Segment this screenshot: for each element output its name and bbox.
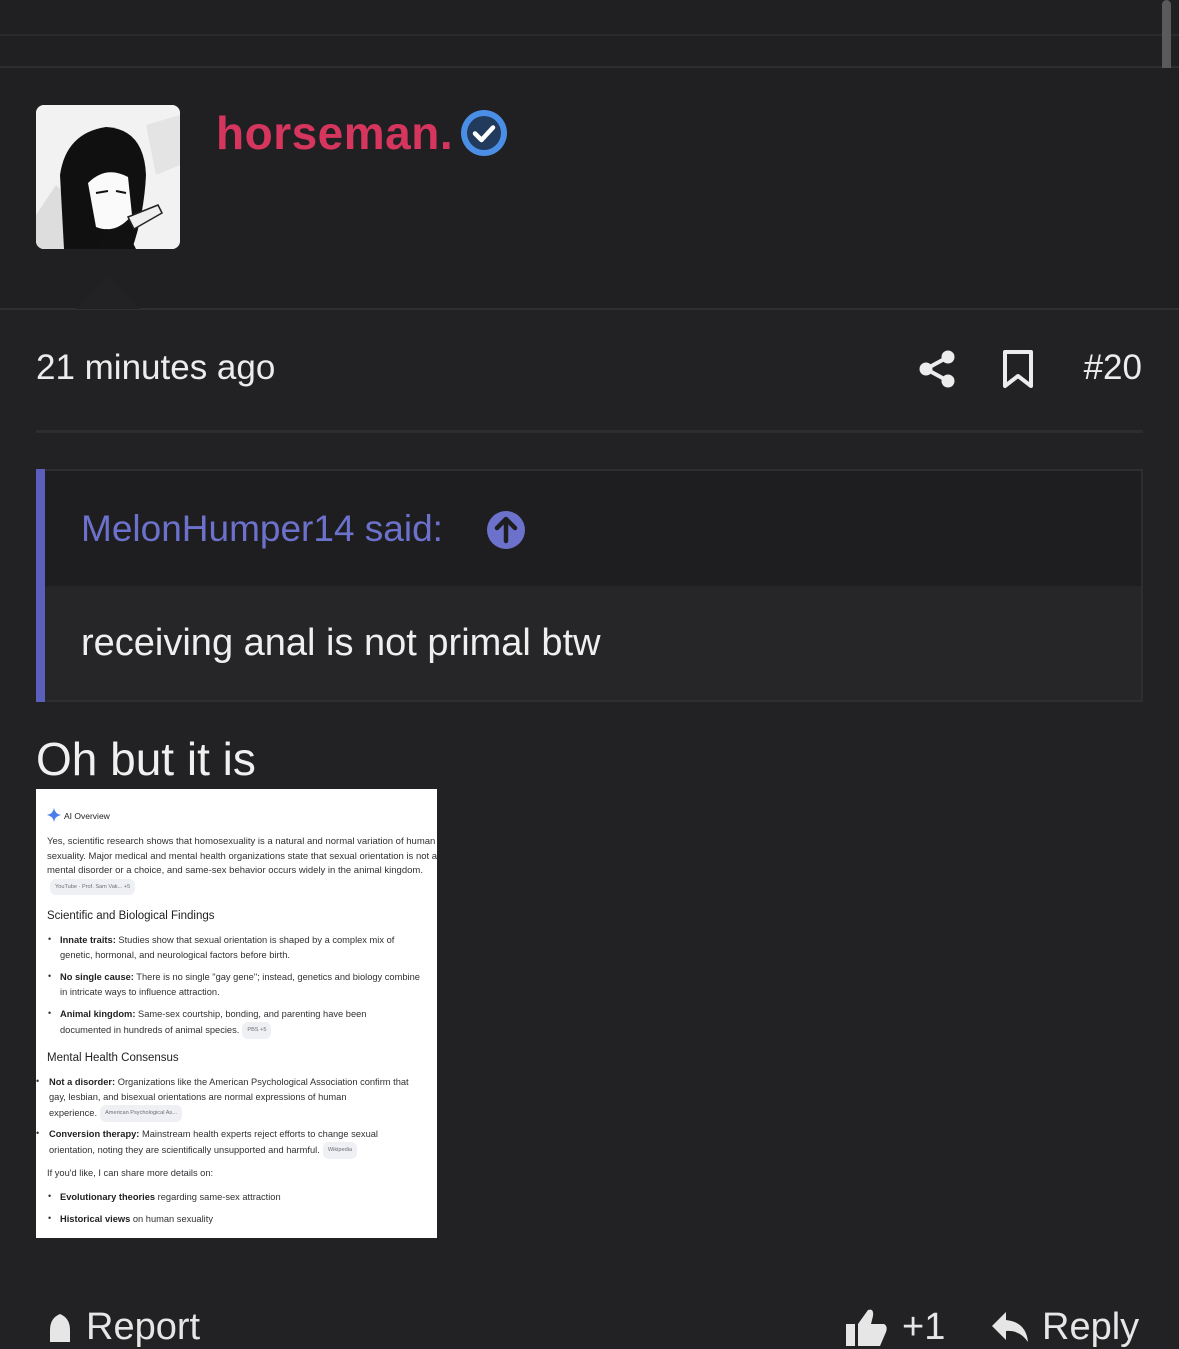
ai-intro-paragraph: Yes, scientific research shows that homo… <box>47 835 437 896</box>
list-item: Not a disorder: Organizations like the A… <box>49 1077 409 1087</box>
bullet: • <box>36 1128 40 1138</box>
source-chip[interactable]: YouTube · Prof. Sam Vak... +5 <box>50 878 136 896</box>
reply-button[interactable]: Reply <box>1042 1306 1139 1349</box>
bullet: • <box>36 1076 40 1086</box>
report-button[interactable]: Report <box>86 1306 200 1349</box>
bullet: • <box>48 1191 52 1201</box>
sparkle-icon <box>47 808 61 822</box>
post-body-text: Oh but it is <box>36 733 256 785</box>
list-item: No single cause: There is no single "gay… <box>60 972 420 982</box>
username[interactable]: horseman. <box>216 106 453 160</box>
reply-arrow-icon[interactable] <box>990 1310 1030 1344</box>
quote-author[interactable]: MelonHumper14 said: <box>81 508 443 550</box>
like-count[interactable]: +1 <box>902 1306 945 1349</box>
bullet: • <box>48 1008 52 1018</box>
list-item: Conversion therapy: Mainstream health ex… <box>49 1129 378 1139</box>
attached-screenshot-image[interactable]: AI Overview Yes, scientific research sho… <box>36 789 437 1238</box>
section-title: Scientific and Biological Findings <box>47 910 215 922</box>
ai-overview-header: AI Overview <box>64 811 110 821</box>
quote-text: receiving anal is not primal btw <box>81 622 601 664</box>
list-item-cont: orientation, noting they are scientifica… <box>49 1142 358 1159</box>
share-icon[interactable] <box>918 350 956 388</box>
divider <box>36 430 1143 433</box>
thumbs-up-icon[interactable] <box>844 1306 888 1346</box>
list-item-cont: documented in hundreds of animal species… <box>60 1022 272 1039</box>
source-chip[interactable]: American Psychological As... <box>100 1105 182 1122</box>
source-chip[interactable]: Wikipedia <box>322 1142 358 1159</box>
post-number-link[interactable]: #20 <box>1084 348 1142 388</box>
verified-badge-icon <box>461 110 507 156</box>
bookmark-icon[interactable] <box>1001 349 1035 389</box>
list-item: Animal kingdom: Same-sex courtship, bond… <box>60 1009 367 1019</box>
avatar[interactable] <box>36 105 180 249</box>
bullet: • <box>48 1213 52 1223</box>
share-more-text: If you'd like, I can share more details … <box>47 1168 214 1178</box>
report-icon[interactable] <box>46 1312 74 1342</box>
list-item: Innate traits: Studies show that sexual … <box>60 935 395 945</box>
list-item-cont: experience. American Psychological As... <box>49 1105 182 1122</box>
list-item-cont: genetic, hormonal, and neurological fact… <box>60 950 290 960</box>
post-timestamp[interactable]: 21 minutes ago <box>36 348 275 388</box>
section-title: Mental Health Consensus <box>47 1052 179 1064</box>
header-pointer <box>76 277 140 309</box>
list-item[interactable]: Historical views on human sexuality <box>60 1212 213 1227</box>
bullet: • <box>48 934 52 944</box>
list-item[interactable]: Evolutionary theories regarding same-sex… <box>60 1190 281 1205</box>
sub-bar <box>0 36 1179 68</box>
quote-accent-bar <box>36 469 45 702</box>
top-bar <box>0 0 1179 36</box>
source-chip[interactable]: PBS +5 <box>242 1022 272 1039</box>
arrow-up-circle-icon[interactable] <box>486 510 526 550</box>
bullet: • <box>48 971 52 981</box>
list-item-cont: in intricate ways to influence attractio… <box>60 987 220 997</box>
list-item-cont: gay, lesbian, and bisexual orientations … <box>49 1092 347 1102</box>
